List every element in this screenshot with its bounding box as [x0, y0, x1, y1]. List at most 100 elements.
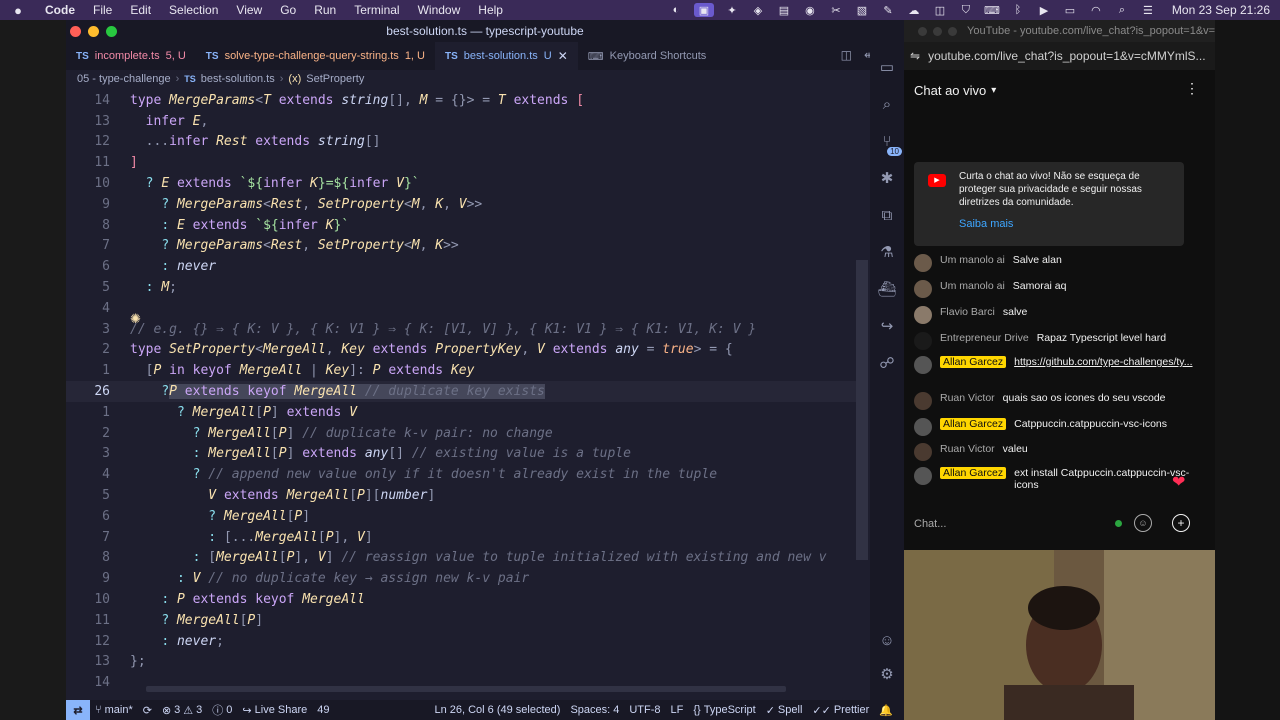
source-control-icon[interactable]: ⑂ 10 — [876, 130, 902, 156]
tab-keyboard-shortcuts[interactable]: ⌨ Keyboard Shortcuts — [578, 42, 717, 70]
cloud-icon[interactable]: ☁ — [906, 3, 922, 17]
account-icon[interactable]: ☺ — [879, 632, 894, 649]
menu-view[interactable]: View — [227, 3, 271, 17]
code-line[interactable]: 2 ? MergeAll[P] // duplicate k-v pair: n… — [66, 423, 856, 444]
code-editor[interactable]: 14 type MergeParams<T extends string[], M… — [66, 88, 856, 696]
chevron-down-icon[interactable]: ▾ — [991, 85, 996, 96]
branch-item[interactable]: ⑂ main* — [90, 704, 138, 716]
code-line[interactable]: 7 : [...MergeAll[P], V] — [66, 527, 856, 548]
status-app-icon[interactable]: ✎ — [880, 3, 896, 17]
live-share-icon[interactable]: ↪ — [876, 315, 898, 337]
control-center-icon[interactable]: ☰ — [1140, 3, 1156, 17]
code-line[interactable]: 2 type SetProperty<MergeAll, Key extends … — [66, 340, 856, 361]
search-icon[interactable]: ⌕ — [1114, 3, 1130, 17]
code-line[interactable]: 3 // e.g. {} ⇒ { K: V }, { K: V1 } ⇒ { K:… — [66, 319, 856, 340]
status-app-icon[interactable]: ✂ — [828, 3, 844, 17]
debug-icon[interactable]: ✱ — [876, 167, 898, 189]
code-line[interactable]: 13 infer E, — [66, 111, 856, 132]
lightbulb-icon[interactable]: ✺ — [130, 311, 141, 327]
message-link[interactable]: https://github.com/type-challenges/ty... — [1014, 356, 1192, 368]
status-app-icon[interactable]: ◉ — [802, 3, 818, 17]
code-line[interactable]: 13}; — [66, 652, 856, 673]
menu-app-name[interactable]: Code — [36, 3, 84, 17]
prettier[interactable]: ✓✓ Prettier — [807, 704, 874, 717]
maximize-window-button[interactable] — [948, 26, 957, 36]
emoji-icon[interactable]: ☺ — [1134, 514, 1152, 532]
code-line[interactable]: 8 : [MergeAll[P], V] // reassign value t… — [66, 548, 856, 569]
url-bar[interactable]: ⇋ youtube.com/live_chat?is_popout=1&v=cM… — [904, 42, 1215, 70]
menu-run[interactable]: Run — [305, 3, 345, 17]
menu-help[interactable]: Help — [469, 3, 512, 17]
shield-icon[interactable]: ⛉ — [958, 3, 974, 17]
site-info-icon[interactable]: ⇋ — [910, 49, 920, 63]
code-line[interactable]: 3 : MergeAll[P] extends any[] // existin… — [66, 444, 856, 465]
battery-icon[interactable]: ▭ — [1062, 3, 1078, 17]
add-icon[interactable]: + — [1172, 514, 1190, 532]
code-line[interactable]: 1 ? MergeAll[P] extends V — [66, 402, 856, 423]
minimize-window-button[interactable] — [88, 26, 99, 37]
apple-menu-icon[interactable]: ● — [0, 3, 36, 18]
code-line[interactable]: 14 type MergeParams<T extends string[], M… — [66, 90, 856, 111]
close-window-button[interactable] — [70, 26, 81, 37]
code-line[interactable]: 4 — [66, 298, 856, 319]
end-of-line[interactable]: LF — [666, 704, 689, 716]
remote-icon[interactable]: ⇄ — [66, 700, 90, 720]
n8n-icon[interactable]: ☍ — [876, 352, 898, 374]
code-line[interactable]: 5 V extends MergeAll[P][number] — [66, 485, 856, 506]
menu-clock[interactable]: Mon 23 Sep 21:26 — [1172, 3, 1270, 17]
status-app-icon[interactable]: ◐ — [668, 3, 684, 17]
code-line[interactable]: 4 ? // append new value only if it doesn… — [66, 464, 856, 485]
code-line[interactable]: 12 : never; — [66, 631, 856, 652]
menu-edit[interactable]: Edit — [121, 3, 160, 17]
menu-window[interactable]: Window — [409, 3, 470, 17]
code-line[interactable]: 1 [P in keyof MergeAll | Key]: P extends… — [66, 360, 856, 381]
learn-more-link[interactable]: Saiba mais — [959, 218, 1013, 231]
live-share-button[interactable]: ↪ Live Share — [237, 704, 312, 717]
code-line[interactable]: 7 ? MergeParams<Rest, SetProperty<M, K>> — [66, 236, 856, 257]
wifi-icon[interactable]: ◠ — [1088, 3, 1104, 17]
status-app-icon[interactable]: ✦ — [724, 3, 740, 17]
code-line[interactable]: 11] — [66, 152, 856, 173]
encoding[interactable]: UTF-8 — [624, 704, 665, 716]
close-tab-icon[interactable]: ✕ — [558, 49, 568, 63]
word-count[interactable]: 49 — [312, 704, 334, 716]
status-app-icon[interactable]: ▤ — [776, 3, 792, 17]
code-line[interactable]: 9 ? MergeParams<Rest, SetProperty<M, K, … — [66, 194, 856, 215]
test-flask-icon[interactable]: ⚗ — [876, 241, 898, 263]
code-line[interactable]: 10 : P extends keyof MergeAll — [66, 589, 856, 610]
keyboard-icon[interactable]: ⌨ — [984, 3, 1000, 17]
vertical-scrollbar[interactable] — [856, 260, 868, 560]
status-app-icon[interactable]: ▧ — [854, 3, 870, 17]
bluetooth-icon[interactable]: ᛒ — [1010, 3, 1026, 17]
play-icon[interactable]: ▶ — [1036, 3, 1052, 17]
menu-file[interactable]: File — [84, 3, 121, 17]
breadcrumb-folder[interactable]: 05 - type-challenge — [77, 73, 171, 85]
status-app-icon[interactable]: ◫ — [932, 3, 948, 17]
code-line[interactable]: 11 ? MergeAll[P] — [66, 610, 856, 631]
language-mode[interactable]: {} TypeScript — [688, 704, 760, 716]
info-item[interactable]: ⓘ 0 — [207, 702, 237, 718]
close-window-button[interactable] — [918, 26, 927, 36]
sync-icon[interactable]: ⟳ — [138, 704, 157, 717]
code-line[interactable]: 10 ? E extends `${infer K}=${infer V}` — [66, 173, 856, 194]
search-icon[interactable]: ⌕ — [876, 93, 898, 115]
menu-terminal[interactable]: Terminal — [345, 3, 408, 17]
explorer-icon[interactable]: ▭ — [876, 56, 898, 78]
code-line[interactable]: 6 : never — [66, 256, 856, 277]
code-line[interactable]: 9 : V // no duplicate key → assign new k… — [66, 568, 856, 589]
chat-input[interactable] — [914, 518, 1094, 530]
tab-best-solution[interactable]: TS best-solution.ts U ✕ — [435, 42, 578, 70]
code-line[interactable]: 26 ?P extends keyof MergeAll // duplicat… — [66, 381, 856, 402]
split-editor-icon[interactable]: ◫ — [841, 48, 852, 62]
code-line[interactable]: 8 : E extends `${infer K}` — [66, 215, 856, 236]
spell-check[interactable]: ✓ Spell — [761, 704, 808, 717]
status-app-icon[interactable]: ◈ — [750, 3, 766, 17]
cursor-position[interactable]: Ln 26, Col 6 (49 selected) — [429, 704, 565, 716]
extensions-icon[interactable]: ⧉ — [876, 204, 898, 226]
code-line[interactable]: 12 ...infer Rest extends string[] — [66, 132, 856, 153]
indentation[interactable]: Spaces: 4 — [565, 704, 624, 716]
more-options-icon[interactable]: ⋮ — [1185, 80, 1199, 97]
menu-selection[interactable]: Selection — [160, 3, 227, 17]
tab-incomplete[interactable]: TS incomplete.ts 5, U — [66, 42, 196, 70]
notifications-icon[interactable]: 🔔 — [874, 704, 898, 717]
